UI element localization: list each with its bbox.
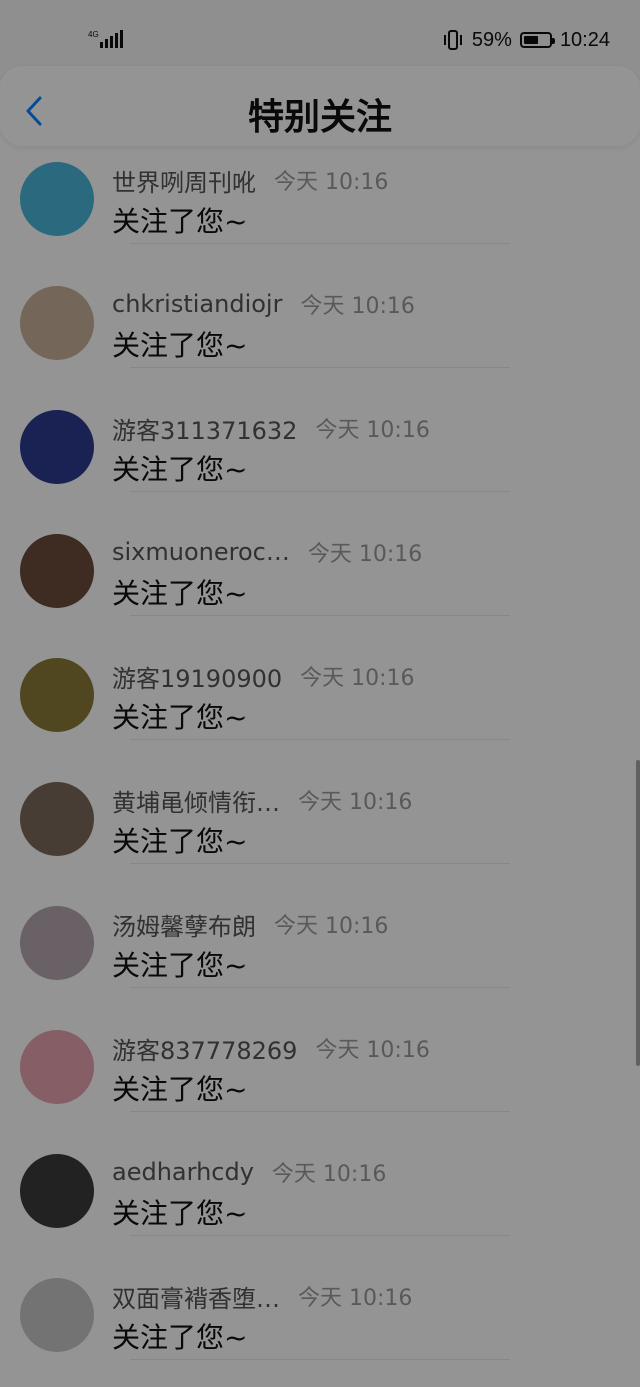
user-name[interactable]: 游客837778269	[112, 1031, 297, 1066]
avatar[interactable]	[20, 1278, 94, 1352]
battery-percent: 59%	[471, 28, 512, 51]
name-line: 游客311371632 今天 10:16	[112, 410, 430, 446]
name-line: 游客19190900 今天 10:16	[112, 658, 415, 694]
message-text: 关注了您~	[112, 1321, 248, 1354]
message-text: 关注了您~	[112, 701, 248, 734]
list-item[interactable]: 黄埔黾倾情衔… 今天 10:16 关注了您~	[0, 740, 640, 864]
timestamp: 今天 10:16	[271, 1162, 387, 1187]
message-text: 关注了您~	[112, 1197, 248, 1230]
name-line: chkristiandiojr 今天 10:16	[112, 286, 415, 322]
user-name[interactable]: 游客19190900	[112, 659, 282, 694]
svg-text:4G: 4G	[88, 30, 99, 39]
name-line: sixmuoneroc… 今天 10:16	[112, 534, 422, 570]
battery-fill	[523, 36, 538, 44]
timestamp: 今天 10:16	[300, 294, 415, 319]
message-text: 关注了您~	[112, 825, 248, 858]
user-name[interactable]: sixmuoneroc…	[112, 538, 290, 566]
page-title: 特别关注	[247, 97, 392, 138]
list-item[interactable]: 游客19190900 今天 10:16 关注了您~	[0, 616, 640, 740]
avatar[interactable]	[20, 906, 94, 980]
list-item[interactable]: 游客311371632 今天 10:16 关注了您~	[0, 368, 640, 492]
timestamp: 今天 10:16	[315, 1038, 430, 1063]
user-name[interactable]: 世界咧周刊吪	[112, 163, 256, 198]
timestamp: 今天 10:16	[315, 418, 430, 443]
list-item[interactable]: chkristiandiojr 今天 10:16 关注了您~	[0, 244, 640, 368]
name-line: 双面膏褙香堕… 今天 10:16	[112, 1278, 412, 1314]
timestamp: 今天 10:16	[298, 790, 413, 815]
name-line: aedharhcdy 今天 10:16	[112, 1154, 386, 1190]
header: 特别关注	[0, 66, 640, 146]
user-name[interactable]: 双面膏褙香堕…	[112, 1279, 280, 1314]
status-right: 59% 10:24	[442, 24, 610, 56]
notification-list: 世界咧周刊吪 今天 10:16 关注了您~ chkristiandiojr 今天 10:…	[0, 120, 640, 1360]
name-line: 游客837778269 今天 10:16	[112, 1030, 430, 1066]
list-item[interactable]: 汤姆馨孽布朗 今天 10:16 关注了您~	[0, 864, 640, 988]
list-item[interactable]: 游客837778269 今天 10:16 关注了您~	[0, 988, 640, 1112]
message-text: 关注了您~	[112, 329, 248, 362]
timestamp: 今天 10:16	[300, 666, 415, 691]
avatar[interactable]	[20, 534, 94, 608]
message-text: 关注了您~	[112, 577, 248, 610]
message-text: 关注了您~	[112, 949, 248, 982]
avatar[interactable]	[20, 410, 94, 484]
user-name[interactable]: 汤姆馨孽布朗	[112, 907, 256, 942]
battery-icon	[519, 32, 555, 48]
avatar[interactable]	[20, 1154, 94, 1228]
list-item[interactable]: aedharhcdy 今天 10:16 关注了您~	[0, 1112, 640, 1236]
name-line: 世界咧周刊吪 今天 10:16	[112, 162, 388, 198]
timestamp: 今天 10:16	[298, 1286, 413, 1311]
message-text: 关注了您~	[112, 453, 248, 486]
list-item[interactable]: sixmuoneroc… 今天 10:16 关注了您~	[0, 492, 640, 616]
user-name[interactable]: chkristiandiojr	[112, 290, 282, 318]
timestamp: 今天 10:16	[307, 542, 423, 567]
avatar[interactable]	[20, 1030, 94, 1104]
user-name[interactable]: aedharhcdy	[112, 1158, 254, 1186]
avatar[interactable]	[20, 658, 94, 732]
avatar[interactable]	[20, 286, 94, 360]
divider	[130, 1359, 510, 1360]
name-line: 汤姆馨孽布朗 今天 10:16	[112, 906, 388, 942]
signal-icon: 4G	[88, 30, 123, 48]
avatar[interactable]	[20, 782, 94, 856]
user-name[interactable]: 游客311371632	[112, 411, 297, 446]
clock: 10:24	[559, 28, 610, 51]
list-item[interactable]: 双面膏褙香堕… 今天 10:16 关注了您~	[0, 1236, 640, 1360]
name-line: 黄埔黾倾情衔… 今天 10:16	[112, 782, 412, 818]
user-name[interactable]: 黄埔黾倾情衔…	[112, 783, 280, 818]
timestamp: 今天 10:16	[274, 914, 389, 939]
timestamp: 今天 10:16	[274, 170, 389, 195]
vibrate-icon	[443, 30, 462, 50]
avatar[interactable]	[20, 162, 94, 236]
scrollbar[interactable]	[636, 760, 640, 1066]
message-text: 关注了您~	[112, 205, 248, 238]
message-text: 关注了您~	[112, 1073, 248, 1106]
